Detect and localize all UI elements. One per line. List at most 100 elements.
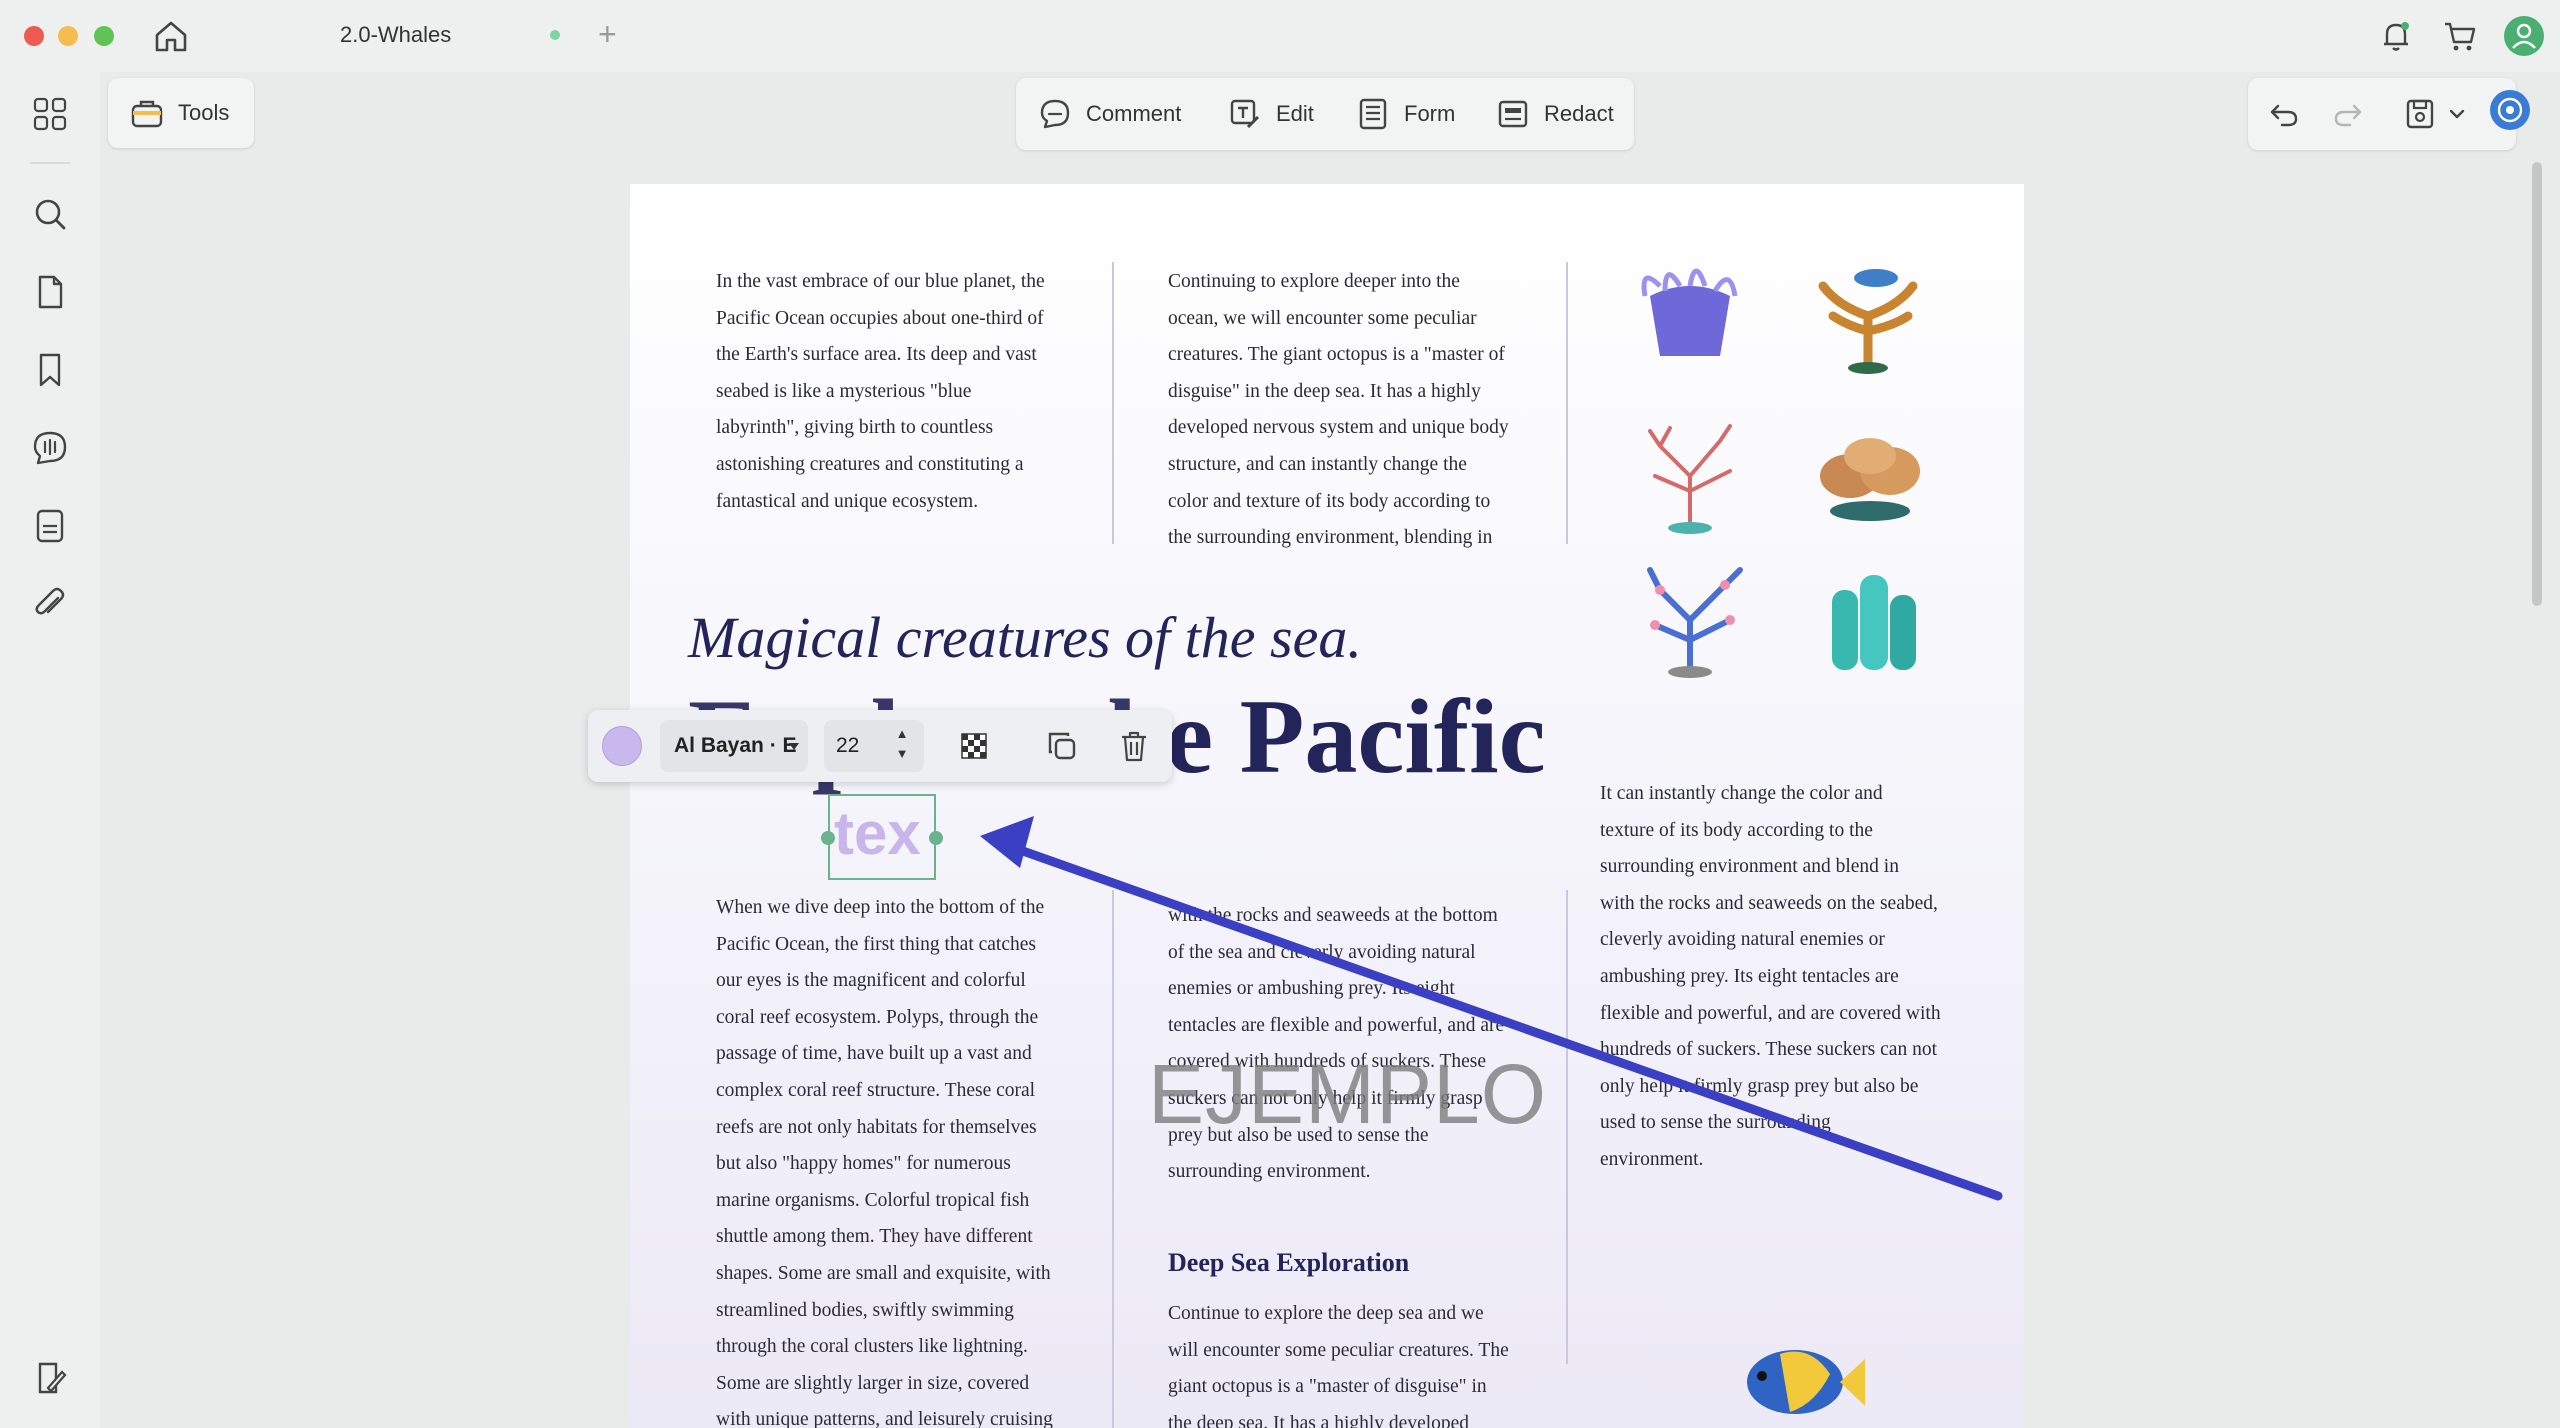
text-line: tentacles are flexible and powerful, and… [1168, 1014, 1505, 1036]
tools-label: Tools [178, 100, 230, 125]
text-line: reefs are not only habitats for themselv… [716, 1116, 1037, 1138]
intro-paragraph: In the vast embrace of our blue planet, … [716, 264, 1096, 520]
purple-anemone-illustration [1641, 268, 1738, 356]
text-line: texture of its body according to the [1600, 819, 1873, 841]
minimize-window-button[interactable] [58, 26, 78, 46]
text-line: labyrinth", giving birth to countless [716, 417, 994, 439]
font-size-stepper[interactable]: ▲ ▼ [890, 724, 914, 768]
search-icon[interactable] [30, 194, 70, 234]
home-icon[interactable] [152, 18, 190, 54]
page-headline-italic: Magical creatures of the sea. [688, 605, 1362, 670]
text-line: fantastical and unique ecosystem. [716, 490, 979, 512]
text-line: shuttle among them. They have different [716, 1226, 1033, 1248]
tropical-fish-illustration [1747, 1350, 1865, 1414]
font-size-increase[interactable]: ▲ [890, 724, 914, 744]
column-divider [1112, 890, 1114, 1428]
text-line: the Earth's surface area. Its deep and v… [716, 344, 1037, 366]
document-tab-title[interactable]: 2.0-Whales [340, 22, 451, 48]
redo-icon[interactable] [2330, 96, 2366, 132]
text-line: astonishing creatures and constituting a [716, 453, 1024, 475]
comments-panel-icon[interactable] [30, 428, 70, 468]
close-window-button[interactable] [24, 26, 44, 46]
opacity-checker-icon[interactable] [956, 728, 992, 764]
mushroom-coral-illustration [1820, 438, 1920, 521]
text-line: creatures. The giant octopus is a "maste… [1168, 344, 1505, 366]
text-line: streamlined bodies, swiftly swimming [716, 1299, 1014, 1321]
text-line: coral reef ecosystem. Polyps, through th… [716, 1006, 1039, 1028]
resize-handle-left[interactable] [821, 831, 835, 845]
stamp-icon[interactable] [30, 506, 70, 546]
text-color-picker[interactable] [602, 726, 642, 766]
text-line: Pacific Ocean occupies about one-third o… [716, 307, 1044, 329]
text-line: marine organisms. Colorful tropical fish [716, 1189, 1030, 1211]
text-line: developed nervous system and unique body [1168, 417, 1509, 439]
text-line: disguise" in the deep sea. It has a high… [1168, 380, 1481, 402]
save-options-chevron-down-icon[interactable] [2446, 96, 2468, 132]
tentacles-paragraph: with the rocks and seaweeds at the botto… [1168, 898, 1568, 1191]
comment-icon [1040, 99, 1070, 129]
unsaved-indicator [550, 30, 560, 40]
history-save-toolbar [2248, 78, 2516, 150]
new-tab-button[interactable]: + [598, 14, 617, 54]
undo-icon[interactable] [2266, 96, 2302, 132]
bookmark-icon[interactable] [30, 350, 70, 390]
resize-handle-right[interactable] [929, 831, 943, 845]
text-line: the surrounding environment, blending in [1168, 527, 1493, 549]
redact-label: Redact [1544, 101, 1614, 126]
text-line: only help it firmly grasp prey but also … [1600, 1075, 1919, 1097]
attachment-icon[interactable] [30, 584, 70, 624]
text-line: giant octopus is a "master of disguise" … [1168, 1376, 1487, 1398]
text-line: Continue to explore the deep sea and we [1168, 1303, 1484, 1324]
cart-icon[interactable] [2442, 18, 2478, 54]
font-family-select[interactable]: Al Bayan · E [660, 720, 808, 772]
apps-grid-icon[interactable] [30, 94, 70, 134]
user-icon [2512, 23, 2536, 49]
tools-button[interactable]: Tools [108, 78, 254, 148]
ai-assistant-button[interactable] [2490, 90, 2530, 130]
text-line: through the coral clusters like lightnin… [716, 1336, 1028, 1358]
text-line: ocean, we will encounter some peculiar [1168, 307, 1477, 329]
text-line: passage of time, have built up a vast an… [716, 1043, 1032, 1065]
form-label: Form [1404, 101, 1456, 126]
notification-bell-icon[interactable] [2378, 18, 2414, 54]
text-line: with the rocks and seaweeds on the seabe… [1600, 892, 1938, 914]
redact-mode-button[interactable]: Redact [1496, 78, 1614, 150]
user-avatar[interactable] [2504, 16, 2544, 56]
save-icon[interactable] [2402, 96, 2438, 132]
delete-trash-icon[interactable] [1116, 728, 1152, 764]
toolbox-icon [131, 100, 163, 128]
pink-blue-coral-illustration [1647, 567, 1743, 678]
title-bar: 2.0-Whales + [0, 0, 2560, 72]
edit-mode-button[interactable]: Edit [1228, 78, 1314, 150]
scrollbar-thumb[interactable] [2532, 162, 2542, 606]
text-line: the deep sea. It has a highly developed [1168, 1412, 1470, 1428]
text-line: ambushing prey. Its eight tentacles are [1600, 965, 1899, 987]
page-thumbnails-icon[interactable] [30, 272, 70, 312]
text-line: Some are slightly larger in size, covere… [716, 1372, 1030, 1394]
text-line: cleverly avoiding natural enemies or [1600, 929, 1885, 951]
font-size-decrease[interactable]: ▼ [890, 744, 914, 764]
text-line: but also "happy homes" for numerous [716, 1153, 1011, 1175]
octopus-paragraph: Continuing to explore deeper into the oce… [1168, 264, 1568, 557]
selected-text-content[interactable]: tex [834, 794, 921, 874]
teal-tube-coral-illustration [1832, 575, 1916, 670]
text-line: hundreds of suckers. These suckers can n… [1600, 1039, 1938, 1061]
watermark-text: EJEMPLO [1148, 1047, 1548, 1141]
mode-toolbar: Comment Edit Form Redact [1016, 78, 1634, 150]
font-family-value: Al Bayan · E [674, 734, 797, 757]
comment-mode-button[interactable]: Comment [1038, 78, 1181, 150]
text-edit-toolbar: Al Bayan · E 22 ▲ ▼ [588, 710, 1172, 782]
font-size-value: 22 [836, 734, 860, 757]
form-mode-button[interactable]: Form [1356, 78, 1455, 150]
duplicate-icon[interactable] [1044, 728, 1080, 764]
text-line: complex coral reef structure. These cora… [716, 1079, 1036, 1101]
text-line: shapes. Some are small and exquisite, wi… [716, 1262, 1051, 1284]
sidebar-settings-icon[interactable] [30, 1358, 70, 1398]
text-line: color and texture of its body according … [1168, 490, 1491, 512]
orange-coral-fish-illustration [1818, 269, 1918, 374]
text-line: flexible and powerful, and are covered w… [1600, 1002, 1941, 1024]
redact-icon [1498, 100, 1528, 128]
zoom-window-button[interactable] [94, 26, 114, 46]
text-line: When we dive deep into the bottom of the [716, 897, 1045, 918]
text-line: surrounding environment and blend in [1600, 856, 1899, 878]
